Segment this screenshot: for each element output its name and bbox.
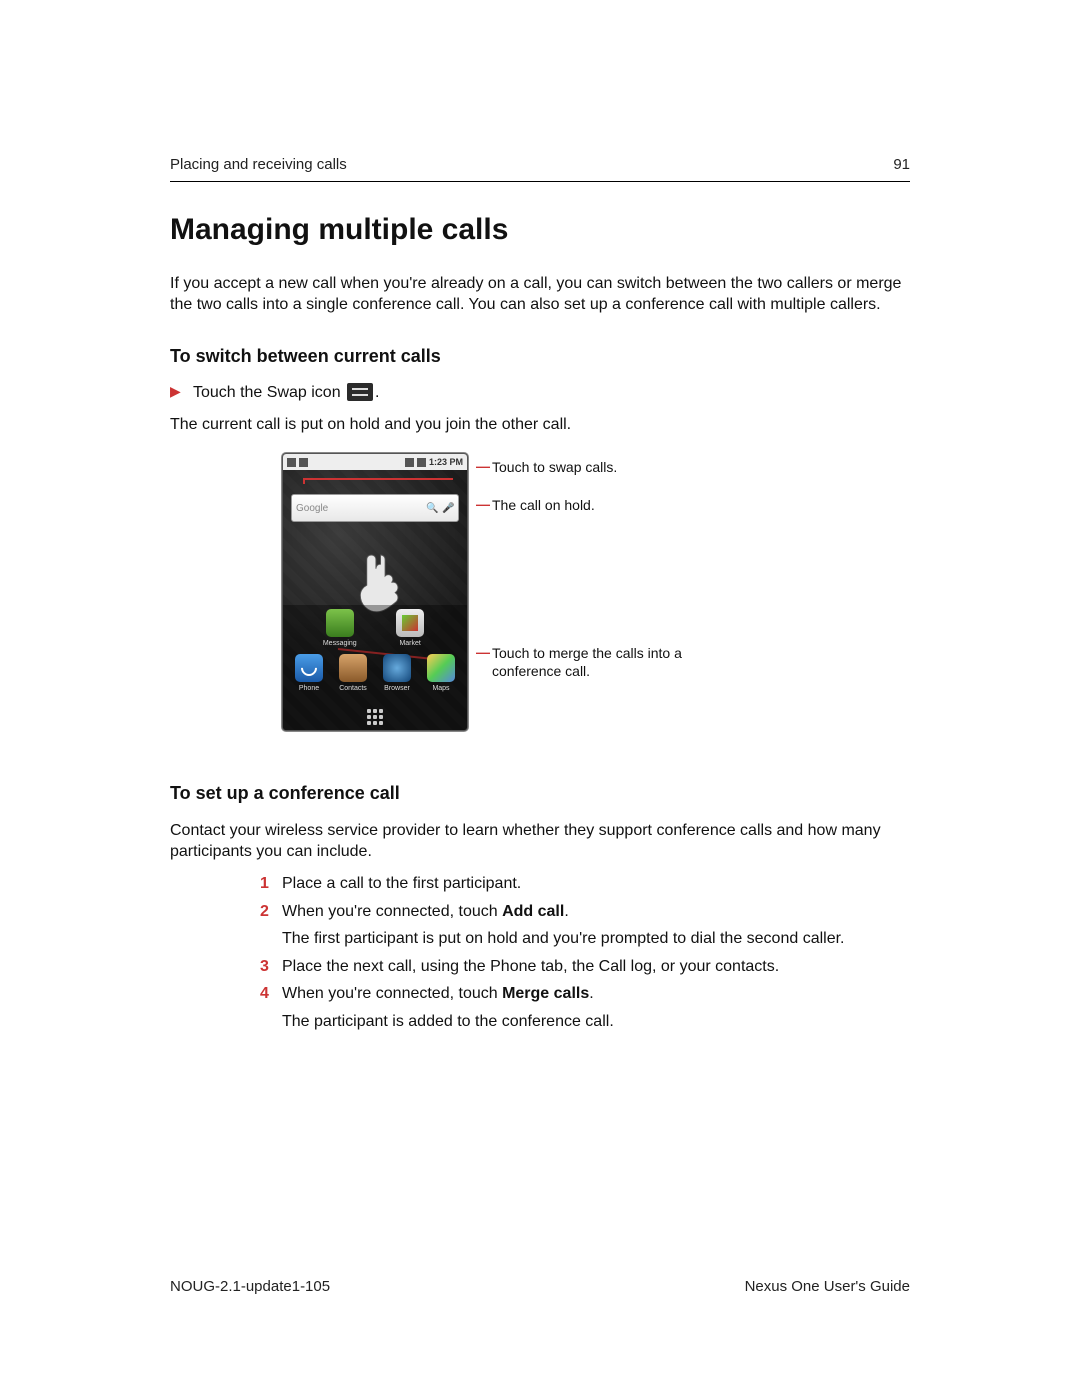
app-dock: Messaging Market Phone Contacts Browser … <box>283 605 467 731</box>
step-body: When you're connected, touch Add call. Th… <box>282 901 910 950</box>
signal-icon <box>417 458 426 467</box>
status-bar: 1:23 PM <box>283 454 467 470</box>
app-messaging: Messaging <box>323 609 357 648</box>
callout-dash-icon: — <box>476 645 490 659</box>
callout-hold: The call on hold. <box>492 497 595 515</box>
heading-conference-call: To set up a conference call <box>170 781 910 805</box>
step-bold-term: Add call <box>502 903 564 920</box>
step-body: When you're connected, touch Merge calls… <box>282 983 910 1032</box>
step-swap-result: The current call is put on hold and you … <box>170 414 910 436</box>
heading-switch-calls: To switch between current calls <box>170 344 910 368</box>
swap-icon <box>347 383 373 401</box>
numbered-step: 3Place the next call, using the Phone ta… <box>260 956 910 978</box>
footer-doc-id: NOUG-2.1-update1-105 <box>170 1277 330 1297</box>
numbered-step: 2When you're connected, touch Add call. T… <box>260 901 910 950</box>
numbered-step: 1Place a call to the first participant. <box>260 873 910 895</box>
manual-page: Placing and receiving calls 91 Managing … <box>0 0 1080 1397</box>
app-drawer-icon <box>283 695 467 730</box>
status-icon <box>299 458 308 467</box>
callout-swap: Touch to swap calls. <box>492 459 617 477</box>
phone-home-screen: Google 🔍 🎤 Messaging Market <box>283 470 467 730</box>
bullet-triangle-icon: ▶ <box>170 382 181 401</box>
signal-icon <box>405 458 414 467</box>
step-swap-suffix: . <box>375 384 379 401</box>
numbered-step: 4When you're connected, touch Merge call… <box>260 983 910 1032</box>
annotation-line <box>303 478 305 484</box>
footer-guide-name: Nexus One User's Guide <box>745 1277 910 1297</box>
step-text: Place a call to the first participant. <box>282 873 910 895</box>
step-bold-term: Merge calls <box>502 985 589 1002</box>
step-body: Place a call to the first participant. <box>282 873 910 895</box>
step-number: 1 <box>260 873 282 895</box>
intro-paragraph: If you accept a new call when you're alr… <box>170 273 910 316</box>
status-time: 1:23 PM <box>429 456 463 468</box>
page-footer: NOUG-2.1-update1-105 Nexus One User's Gu… <box>170 1277 910 1297</box>
step-number: 2 <box>260 901 282 950</box>
mic-icon: 🎤 <box>442 502 454 514</box>
step-number: 4 <box>260 983 282 1032</box>
annotation-line <box>303 478 453 480</box>
figure: 1:23 PM Google 🔍 🎤 <box>282 453 910 753</box>
callout-merge: Touch to merge the calls into a conferen… <box>492 645 716 680</box>
step-swap-prefix: Touch the Swap icon <box>193 384 341 401</box>
callout-dash-icon: — <box>476 497 490 511</box>
step-number: 3 <box>260 956 282 978</box>
phone-screenshot: 1:23 PM Google 🔍 🎤 <box>282 453 468 731</box>
step-swap: ▶ Touch the Swap icon . <box>170 382 910 404</box>
page-title: Managing multiple calls <box>170 210 910 251</box>
step-text: When you're connected, touch Add call. <box>282 901 910 923</box>
app-phone: Phone <box>292 654 326 693</box>
section-name: Placing and receiving calls <box>170 155 347 175</box>
step-after-text: The first participant is put on hold and… <box>282 928 910 950</box>
app-maps: Maps <box>424 654 458 693</box>
search-placeholder: Google <box>296 502 422 516</box>
step-text: When you're connected, touch Merge calls… <box>282 983 910 1005</box>
callout-dash-icon: — <box>476 459 490 473</box>
app-browser: Browser <box>380 654 414 693</box>
step-text: Place the next call, using the Phone tab… <box>282 956 910 978</box>
page-number: 91 <box>893 155 910 175</box>
google-search-widget: Google 🔍 🎤 <box>291 494 459 522</box>
conf-intro: Contact your wireless service provider t… <box>170 820 910 863</box>
app-contacts: Contacts <box>336 654 370 693</box>
status-icon <box>287 458 296 467</box>
step-after-text: The participant is added to the conferen… <box>282 1011 910 1033</box>
running-header: Placing and receiving calls 91 <box>170 155 910 182</box>
step-body: Place the next call, using the Phone tab… <box>282 956 910 978</box>
figure-callouts: — Touch to swap calls. — The call on hol… <box>476 453 716 753</box>
search-icon: 🔍 <box>426 502 438 514</box>
app-market: Market <box>393 609 427 648</box>
